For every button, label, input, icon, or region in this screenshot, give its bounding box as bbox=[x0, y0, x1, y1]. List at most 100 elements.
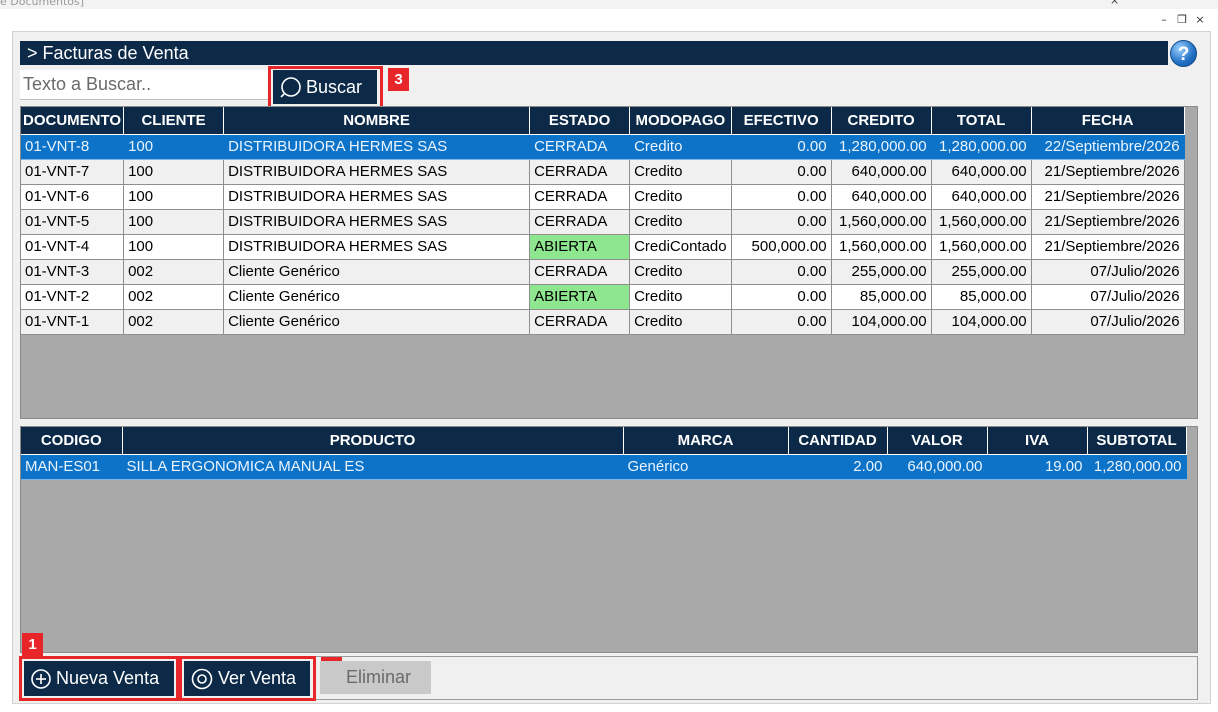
table-cell: 255,000.00 bbox=[831, 259, 932, 285]
table-cell: 100 bbox=[123, 134, 225, 160]
step-badge-1: 1 bbox=[22, 633, 43, 656]
table-cell: Credito bbox=[629, 209, 732, 235]
column-header[interactable]: VALOR bbox=[887, 427, 988, 455]
table-cell: CERRADA bbox=[529, 259, 631, 285]
details-grid[interactable]: CODIGO PRODUCTO MARCA CANTIDAD VALOR IVA SUBTO… bbox=[20, 426, 1198, 653]
table-cell: 640,000.00 bbox=[887, 454, 988, 480]
column-header[interactable]: CODIGO bbox=[21, 427, 123, 455]
table-cell: CrediContado bbox=[629, 234, 732, 260]
table-cell: 21/Septiembre/2026 bbox=[1031, 234, 1185, 260]
table-row[interactable]: 01-VNT-6 100 DISTRIBUIDORA HERMES SAS CERRA… bbox=[21, 184, 1185, 210]
table-cell: 22/Septiembre/2026 bbox=[1031, 134, 1185, 160]
delete-label: Eliminar bbox=[346, 667, 412, 687]
table-cell: 104,000.00 bbox=[831, 309, 932, 335]
table-cell: ABIERTA bbox=[529, 234, 631, 260]
highlight-box-1 bbox=[19, 656, 179, 701]
invoices-grid[interactable]: DOCUMENTO CLIENTE NOMBRE ESTADO MODOPAGO EFEC… bbox=[20, 106, 1198, 419]
table-cell: 640,000.00 bbox=[931, 184, 1032, 210]
table-cell: DISTRIBUIDORA HERMES SAS bbox=[223, 134, 531, 160]
table-cell: 002 bbox=[123, 284, 225, 310]
minimize-icon[interactable]: – bbox=[1155, 12, 1173, 28]
column-header[interactable]: EFECTIVO bbox=[731, 107, 832, 135]
table-row[interactable]: 01-VNT-2 002 Cliente Genérico ABIERTA Credit… bbox=[21, 284, 1185, 310]
table-cell: 85,000.00 bbox=[931, 284, 1032, 310]
close-icon[interactable]: × bbox=[1191, 12, 1209, 28]
table-cell: 01-VNT-2 bbox=[21, 284, 125, 310]
table-cell: 21/Septiembre/2026 bbox=[1031, 184, 1185, 210]
table-cell: 0.00 bbox=[731, 259, 832, 285]
table-cell: 01-VNT-5 bbox=[21, 209, 125, 235]
table-cell: 640,000.00 bbox=[831, 184, 932, 210]
table-cell: 21/Septiembre/2026 bbox=[1031, 209, 1185, 235]
window-title: e Documentos] bbox=[0, 0, 85, 8]
table-cell: 0.00 bbox=[731, 159, 832, 185]
table-cell: Cliente Genérico bbox=[223, 259, 531, 285]
table-cell: DISTRIBUIDORA HERMES SAS bbox=[223, 159, 531, 185]
highlight-box-2 bbox=[179, 656, 316, 701]
table-cell: 640,000.00 bbox=[831, 159, 932, 185]
step-badge-3: 3 bbox=[388, 68, 409, 91]
table-cell: SILLA ERGONOMICA MANUAL ES bbox=[122, 454, 624, 480]
table-cell: DISTRIBUIDORA HERMES SAS bbox=[223, 184, 531, 210]
table-cell: 104,000.00 bbox=[931, 309, 1032, 335]
table-row[interactable]: 01-VNT-7 100 DISTRIBUIDORA HERMES SAS CERRA… bbox=[21, 159, 1185, 185]
invoices-header-row: DOCUMENTO CLIENTE NOMBRE ESTADO MODOPAGO EFEC… bbox=[21, 107, 1185, 135]
column-header[interactable]: MARCA bbox=[623, 427, 789, 455]
table-row[interactable]: 01-VNT-8 100 DISTRIBUIDORA HERMES SAS CERRA… bbox=[21, 134, 1185, 160]
table-cell: 0.00 bbox=[731, 184, 832, 210]
table-cell: CERRADA bbox=[529, 209, 631, 235]
table-cell: Credito bbox=[629, 159, 732, 185]
table-row[interactable]: 01-VNT-1 002 Cliente Genérico CERRADA Credit… bbox=[21, 309, 1185, 335]
column-header[interactable]: MODOPAGO bbox=[629, 107, 732, 135]
column-header[interactable]: CLIENTE bbox=[123, 107, 225, 135]
column-header[interactable]: ESTADO bbox=[529, 107, 631, 135]
table-row[interactable]: 01-VNT-4 100 DISTRIBUIDORA HERMES SAS ABIER… bbox=[21, 234, 1185, 260]
table-cell: 01-VNT-8 bbox=[21, 134, 125, 160]
table-cell: 100 bbox=[123, 209, 225, 235]
table-cell: MAN-ES01 bbox=[21, 454, 123, 480]
restore-icon[interactable]: ❐ bbox=[1173, 12, 1191, 28]
table-cell: Cliente Genérico bbox=[223, 284, 531, 310]
table-cell: 85,000.00 bbox=[831, 284, 932, 310]
column-header[interactable]: CREDITO bbox=[831, 107, 932, 135]
table-cell: DISTRIBUIDORA HERMES SAS bbox=[223, 234, 531, 260]
search-input[interactable] bbox=[20, 70, 268, 100]
details-table: CODIGO PRODUCTO MARCA CANTIDAD VALOR IVA SUBTO… bbox=[21, 427, 1187, 480]
table-cell: 1,560,000.00 bbox=[831, 209, 932, 235]
column-header[interactable]: SUBTOTAL bbox=[1087, 427, 1187, 455]
table-row[interactable]: 01-VNT-3 002 Cliente Genérico CERRADA Credit… bbox=[21, 259, 1185, 285]
column-header[interactable]: DOCUMENTO bbox=[21, 107, 125, 135]
table-cell: Credito bbox=[629, 284, 732, 310]
panel-title: > Facturas de Venta bbox=[20, 41, 1168, 65]
table-cell: 01-VNT-6 bbox=[21, 184, 125, 210]
column-header[interactable]: FECHA bbox=[1031, 107, 1185, 135]
column-header[interactable]: NOMBRE bbox=[223, 107, 531, 135]
table-cell: 255,000.00 bbox=[931, 259, 1032, 285]
table-cell: 100 bbox=[123, 184, 225, 210]
table-cell: 01-VNT-7 bbox=[21, 159, 125, 185]
table-cell: CERRADA bbox=[529, 309, 631, 335]
table-cell: 1,560,000.00 bbox=[931, 209, 1032, 235]
window-close-icon[interactable]: × bbox=[1110, 0, 1119, 7]
help-icon[interactable]: ? bbox=[1170, 40, 1197, 67]
table-cell: 1,280,000.00 bbox=[831, 134, 932, 160]
column-header[interactable]: CANTIDAD bbox=[788, 427, 888, 455]
table-cell: 2.00 bbox=[788, 454, 888, 480]
delete-button[interactable]: Eliminar bbox=[320, 661, 431, 694]
column-header[interactable]: TOTAL bbox=[931, 107, 1032, 135]
table-cell: 07/Julio/2026 bbox=[1031, 309, 1185, 335]
table-cell: DISTRIBUIDORA HERMES SAS bbox=[223, 209, 531, 235]
table-cell: 0.00 bbox=[731, 209, 832, 235]
table-cell: Credito bbox=[629, 184, 732, 210]
column-header[interactable]: IVA bbox=[987, 427, 1088, 455]
column-header[interactable]: PRODUCTO bbox=[122, 427, 624, 455]
table-cell: CERRADA bbox=[529, 134, 631, 160]
table-cell: 1,560,000.00 bbox=[831, 234, 932, 260]
table-row[interactable]: 01-VNT-5 100 DISTRIBUIDORA HERMES SAS CERRA… bbox=[21, 209, 1185, 235]
table-cell: CERRADA bbox=[529, 184, 631, 210]
table-cell: 19.00 bbox=[987, 454, 1088, 480]
table-cell: 01-VNT-4 bbox=[21, 234, 125, 260]
table-row[interactable]: MAN-ES01 SILLA ERGONOMICA MANUAL ES Genéri… bbox=[21, 454, 1187, 480]
table-cell: 1,280,000.00 bbox=[931, 134, 1032, 160]
table-cell: Credito bbox=[629, 309, 732, 335]
